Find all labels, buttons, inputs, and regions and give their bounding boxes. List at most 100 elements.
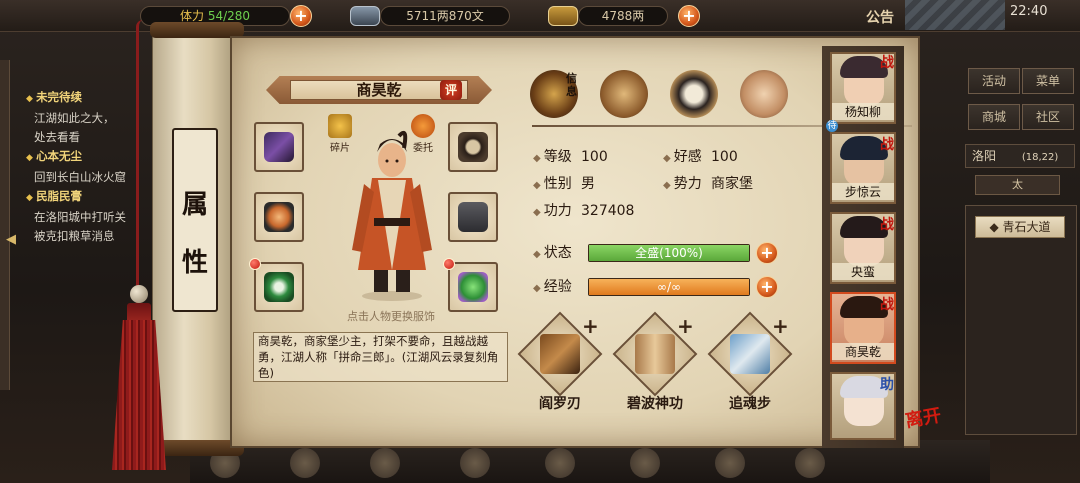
notice-button[interactable]: 公告 bbox=[866, 7, 894, 27]
belt-icon bbox=[458, 132, 488, 162]
level-stat: 等级100 bbox=[533, 147, 608, 167]
upgrade-dot bbox=[443, 258, 455, 270]
character-figure[interactable] bbox=[344, 120, 440, 302]
battle-tag: 战 bbox=[880, 55, 894, 71]
book-icon bbox=[540, 334, 580, 374]
location-coords: (18,22) bbox=[1021, 152, 1059, 163]
outfit-tip: 点击人物更换服饰 bbox=[347, 310, 435, 323]
jade-ring-icon bbox=[264, 272, 294, 302]
power-stat: 功力327408 bbox=[533, 201, 635, 223]
community-button[interactable]: 社区 bbox=[1022, 104, 1074, 130]
attribute-tab-char: 性 bbox=[181, 248, 208, 278]
skill-name: 阎罗刃 bbox=[539, 396, 581, 412]
activity-button[interactable]: 活动 bbox=[968, 68, 1020, 94]
road-label: 青石大道 bbox=[1002, 220, 1051, 234]
stamina-prefix: 体力 bbox=[179, 9, 204, 23]
silver-icon bbox=[350, 6, 380, 26]
armor-slot[interactable] bbox=[448, 192, 498, 242]
battle-tag: 战 bbox=[880, 217, 894, 233]
bagua-icon[interactable] bbox=[670, 70, 718, 118]
claw-weapon-icon bbox=[264, 132, 294, 162]
roof-decoration bbox=[905, 0, 1005, 30]
tassel-bead bbox=[130, 285, 148, 303]
left-frame bbox=[0, 60, 10, 390]
nav-icon[interactable] bbox=[290, 448, 320, 478]
map-scroll-icon[interactable] bbox=[600, 70, 648, 118]
map-panel bbox=[965, 205, 1077, 435]
accessory-slot[interactable] bbox=[448, 262, 498, 312]
character-description: 商昊乾，商家堡少主，打架不要命，且越战越勇，江湖人称「拼命三郎」。(江湖风云录复… bbox=[258, 334, 499, 380]
party-member-name: 央蛮 bbox=[832, 263, 894, 280]
gender-stat: 性别男 bbox=[533, 174, 595, 194]
party-member-name: 商昊乾 bbox=[832, 343, 894, 360]
belt-slot[interactable] bbox=[448, 122, 498, 172]
exp-value: ∞/∞ bbox=[656, 280, 682, 294]
nav-icon[interactable] bbox=[630, 448, 660, 478]
restore-status-button[interactable]: + bbox=[756, 242, 778, 264]
nav-icon[interactable] bbox=[795, 448, 825, 478]
gold-ingot-icon bbox=[548, 6, 578, 26]
sub-location[interactable]: 太 bbox=[975, 175, 1060, 195]
battle-tag: 战 bbox=[880, 297, 894, 313]
skill-add-button[interactable]: + bbox=[772, 314, 789, 338]
power-label: 功力 bbox=[533, 201, 581, 223]
faction-stat: 势力商家堡 bbox=[663, 174, 753, 194]
battle-tag: 战 bbox=[880, 137, 894, 153]
faction-value: 商家堡 bbox=[711, 176, 753, 192]
status-label: 状态 bbox=[533, 243, 581, 265]
jade-pendant-icon bbox=[458, 272, 488, 302]
exp-bar: ∞/∞ bbox=[588, 278, 750, 296]
blade-icon bbox=[264, 202, 294, 232]
skill-name: 碧波神功 bbox=[627, 396, 683, 412]
status-stat: 状态 bbox=[533, 243, 581, 263]
nav-icon[interactable] bbox=[715, 448, 745, 478]
scroll-icon bbox=[635, 334, 675, 374]
party-member-name: 步惊云 bbox=[832, 183, 894, 200]
ring-slot[interactable] bbox=[254, 262, 304, 312]
gold-display: 4788两 bbox=[578, 6, 668, 26]
add-stamina-button[interactable]: + bbox=[290, 5, 312, 27]
location-display: 洛阳 (18,22) bbox=[965, 144, 1075, 168]
exp-label: 经验 bbox=[533, 277, 581, 299]
skill-add-button[interactable]: + bbox=[677, 314, 694, 338]
standby-badge: 待 bbox=[826, 120, 838, 132]
clock: 22:40 bbox=[1010, 4, 1048, 19]
skill-add-button[interactable]: + bbox=[582, 314, 599, 338]
support-tag: 助 bbox=[880, 377, 894, 393]
location-name: 洛阳 bbox=[972, 149, 997, 163]
gender-value: 男 bbox=[581, 176, 595, 192]
level-label: 等级 bbox=[533, 147, 581, 169]
attribute-tab[interactable]: 属 性 bbox=[172, 128, 218, 312]
nav-icon[interactable] bbox=[370, 448, 400, 478]
favor-label: 好感 bbox=[663, 147, 711, 169]
party-member-name: 杨知柳 bbox=[832, 103, 894, 120]
rate-button[interactable]: 评 bbox=[440, 80, 462, 100]
road-location-button[interactable]: ◆ 青石大道 bbox=[975, 216, 1065, 238]
favor-value: 100 bbox=[711, 149, 738, 165]
exp-stat: 经验 bbox=[533, 277, 581, 297]
level-value: 100 bbox=[581, 149, 608, 165]
nav-icon[interactable] bbox=[460, 448, 490, 478]
stamina-value: 54/280 bbox=[207, 9, 251, 23]
favor-stat: 好感100 bbox=[663, 147, 738, 167]
blue-scroll-icon bbox=[730, 334, 770, 374]
status-bar: 全盛(100%) bbox=[588, 244, 750, 262]
skill-name: 追魂步 bbox=[729, 396, 771, 412]
hidden-weapon-slot[interactable] bbox=[254, 192, 304, 242]
add-exp-button[interactable]: + bbox=[756, 276, 778, 298]
upgrade-dot bbox=[249, 258, 261, 270]
nav-icon[interactable] bbox=[545, 448, 575, 478]
add-gold-button[interactable]: + bbox=[678, 5, 700, 27]
tassel-cord bbox=[136, 20, 150, 310]
money-display: 5711两870文 bbox=[380, 6, 510, 26]
attribute-tab-char: 属 bbox=[181, 190, 208, 220]
gender-label: 性别 bbox=[533, 174, 581, 196]
status-value: 全盛(100%) bbox=[635, 246, 703, 260]
meridian-figure-icon[interactable] bbox=[740, 70, 788, 118]
shop-button[interactable]: 商城 bbox=[968, 104, 1020, 130]
faction-label: 势力 bbox=[663, 174, 711, 196]
menu-button[interactable]: 菜单 bbox=[1022, 68, 1074, 94]
weapon-slot[interactable] bbox=[254, 122, 304, 172]
collapse-quests-arrow-icon[interactable]: ◀ bbox=[6, 232, 26, 254]
info-tab-label: 信息 bbox=[566, 72, 577, 98]
